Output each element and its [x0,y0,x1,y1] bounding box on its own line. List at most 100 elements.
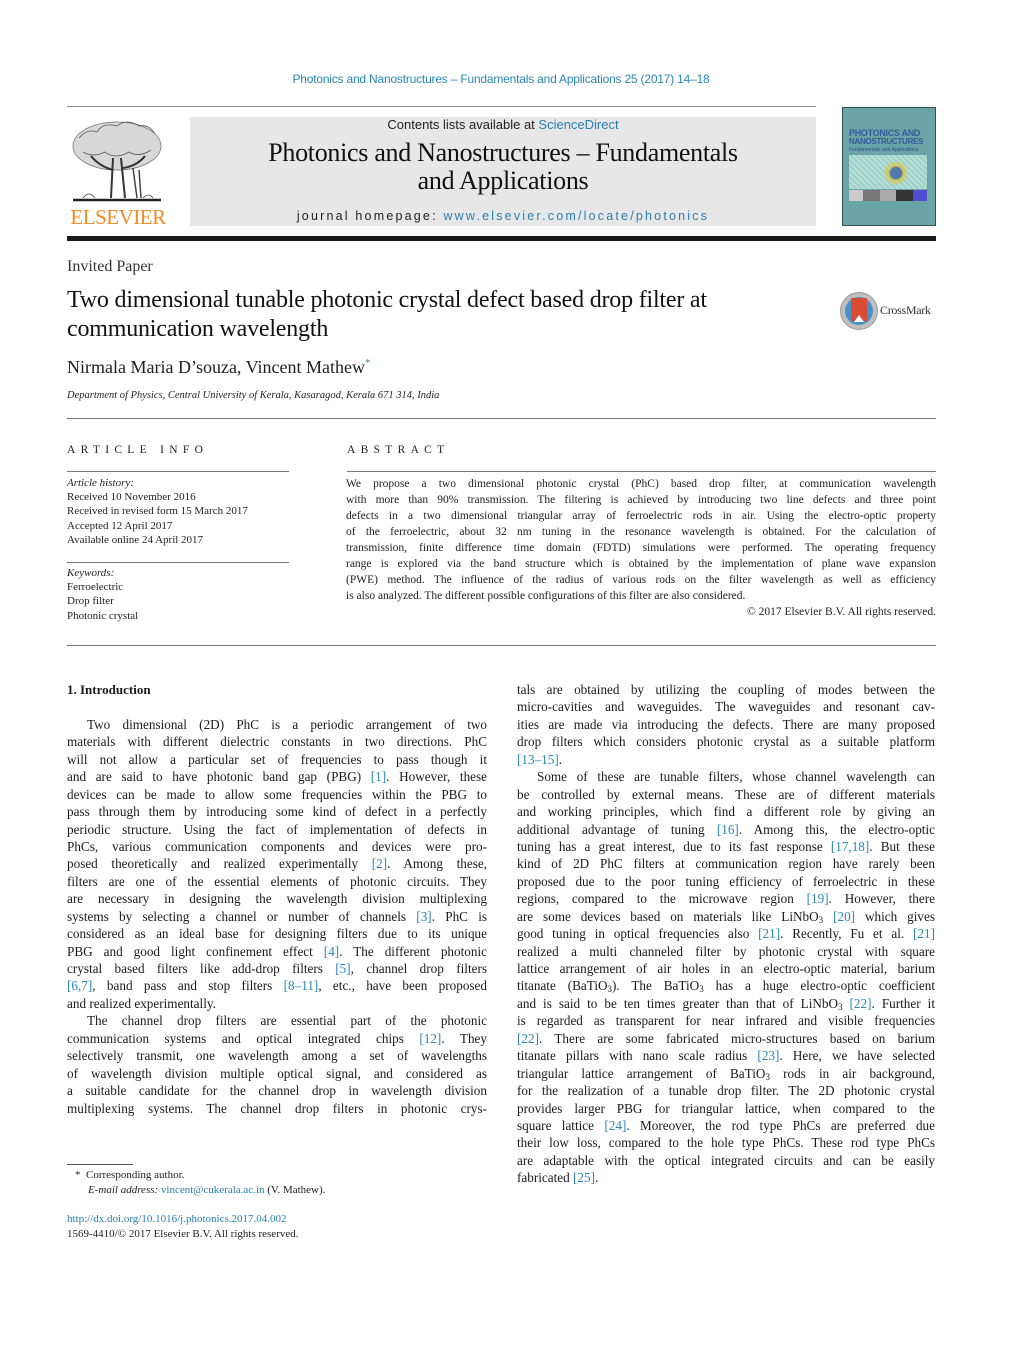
abstract-line: is also analyzed. The different possible… [346,590,746,602]
text-run: multiplexing systems. The channel drop f… [67,1100,487,1116]
citation-link[interactable]: [6,7] [67,978,92,993]
abstract-line: with more than 90% transmission. The fil… [346,494,936,506]
keyword: Photonic crystal [67,609,139,622]
text-line: [13–15]. [517,751,935,768]
text-line: a suitable candidate for the channel dro… [67,1082,487,1099]
text-line: proposed due to the poor tuning efficien… [517,873,935,890]
keywords: Keywords: Ferroelectric Drop filter Phot… [67,566,138,623]
text-line: their low loss, compared to the hole typ… [517,1134,935,1151]
text-run: considered as an ideal base for designin… [67,926,487,942]
text-line: Some of these are tunable filters, whose… [517,768,935,785]
text-run: their low loss, compared to the hole typ… [517,1135,935,1151]
text-run: . The different photonic [339,943,487,959]
article-title: Two dimensional tunable photonic crystal… [67,286,827,344]
citation-link[interactable]: [8–11] [284,978,319,993]
text-run: and realized experimentally. [67,995,216,1011]
text-line: multiplexing systems. The channel drop f… [67,1100,487,1117]
article-history-label: Article history: [67,477,134,489]
text-run: . They [441,1030,487,1046]
text-line: and is said to be ten times greater than… [517,995,935,1012]
text-run: Two dimensional (2D) PhC is a periodic a… [87,716,487,732]
text-run: micro-cavities and waveguides. The waveg… [517,699,935,715]
citation-link[interactable]: [16] [717,822,739,837]
text-line: titanate pillars with nano scale radius … [517,1047,935,1064]
text-line: lattice arrangement of air holes in an e… [517,960,935,977]
journal-title-line2: and Applications [417,166,589,195]
text-line: [6,7], band pass and stop filters [8–11]… [67,977,487,994]
text-run: titanate pillars with nano scale radius [517,1048,758,1064]
running-head[interactable]: Photonics and Nanostructures – Fundament… [0,72,1002,86]
abstract-copyright: © 2017 Elsevier B.V. All rights reserved… [747,606,936,618]
text-run: square lattice [517,1117,605,1133]
text-line: filters are one of the essential element… [67,873,487,890]
keyword: Drop filter [67,595,114,608]
text-run [843,996,850,1011]
citation-link[interactable]: [24] [604,1118,626,1133]
history-revised: Received in revised form 15 March 2017 [67,505,248,518]
doi-link[interactable]: http://dx.doi.org/10.1016/j.photonics.20… [67,1212,299,1227]
citation-link[interactable]: [23] [757,1048,779,1063]
keyword: Ferroelectric [67,581,124,594]
homepage-link[interactable]: www.elsevier.com/locate/photonics [443,209,709,223]
text-run: . Further it [871,995,935,1011]
text-run: . PhC is [431,908,487,924]
text-line: communication systems and optical integr… [67,1030,487,1047]
citation-link[interactable]: [2] [372,856,387,871]
footnote-corresponding: Corresponding author. [86,1169,185,1181]
citation-link[interactable]: [5] [335,961,350,976]
text-run: , band pass and stop filters [92,978,284,994]
text-run: crystal based filters like add-drop filt… [67,961,336,976]
text-line: posed theoretically and realized experim… [67,855,487,872]
sciencedirect-link[interactable]: ScienceDirect [538,117,618,132]
text-run: devices can be made to allow some freque… [67,786,487,802]
text-run: filters are one of the essential element… [67,873,487,889]
citation-link[interactable]: [17,18] [831,839,869,854]
text-run: . Recently, Fu et al. [780,926,914,942]
contents-line: Contents lists available at ScienceDirec… [190,117,816,132]
abstract-body: We propose a two dimensional photonic cr… [346,476,936,620]
corresponding-author-mark[interactable]: * [365,357,371,369]
text-run: periodic structure. Using the fact of im… [67,821,487,837]
text-run: for the realization of a tunable drop fi… [517,1083,935,1099]
citation-link[interactable]: [22] [517,1031,539,1046]
text-line: will not allow a particular set of frequ… [67,751,487,768]
footnote-mark: * [75,1169,81,1181]
text-run: are adaptable with the optical integrate… [517,1152,935,1168]
text-line: titanate (BaTiO3). The BaTiO3 has a huge… [517,977,935,994]
crossmark-badge[interactable]: CrossMark [840,292,940,330]
text-run: are necessary in designing the wavelengt… [67,891,487,907]
citation-link[interactable]: [21] [913,926,935,941]
text-run: drop filters which considers photonic cr… [517,734,935,750]
text-run: triangular lattice arrangement of BaTiO [517,1065,766,1081]
text-line: ities are made via introducing the defec… [517,716,935,733]
text-line: considered as an ideal base for designin… [67,925,487,942]
author-email-link[interactable]: vincent@cukerala.ac.in [161,1184,265,1196]
authors: Nirmala Maria D’souza, Vincent Mathew [67,357,365,377]
text-run: regions, compared to the microwave regio… [517,891,807,907]
citation-link[interactable]: [4] [324,944,339,959]
citation-link[interactable]: [19] [807,891,829,906]
citation-link[interactable]: [12] [419,1031,441,1046]
text-run: materials with different dielectric cons… [67,734,487,750]
journal-cover-thumbnail[interactable]: PHOTONICS AND NANOSTRUCTURES Fundamental… [842,107,936,226]
citation-link[interactable]: [3] [416,909,431,924]
text-run: . Among this, the electro-optic [738,821,935,837]
elsevier-logo[interactable]: ELSEVIER [67,113,169,229]
citation-link[interactable]: [1] [371,769,386,784]
text-line: materials with different dielectric cons… [67,733,487,750]
citation-link[interactable]: [21] [758,926,780,941]
text-run: kind of 2D PhC filters at communication … [517,856,935,872]
subscript: 3 [838,1001,843,1012]
citation-link[interactable]: [20] [833,909,855,924]
doi-block: http://dx.doi.org/10.1016/j.photonics.20… [67,1212,299,1241]
abstract-line: transmission, finite difference time dom… [346,542,936,554]
citation-link[interactable]: [22] [850,996,872,1011]
text-run: . However, there [828,891,935,907]
abstract-line: defects in a two dimensional triangular … [346,510,936,522]
citation-link[interactable]: [13–15] [517,752,559,767]
history-accepted: Accepted 12 April 2017 [67,519,173,532]
citation-link[interactable]: [25] [573,1170,595,1185]
text-line: good tuning in optical frequencies also … [517,925,935,942]
article-type: Invited Paper [67,258,153,275]
text-run: . Moreover, the rod type PhCs are prefer… [626,1117,935,1133]
